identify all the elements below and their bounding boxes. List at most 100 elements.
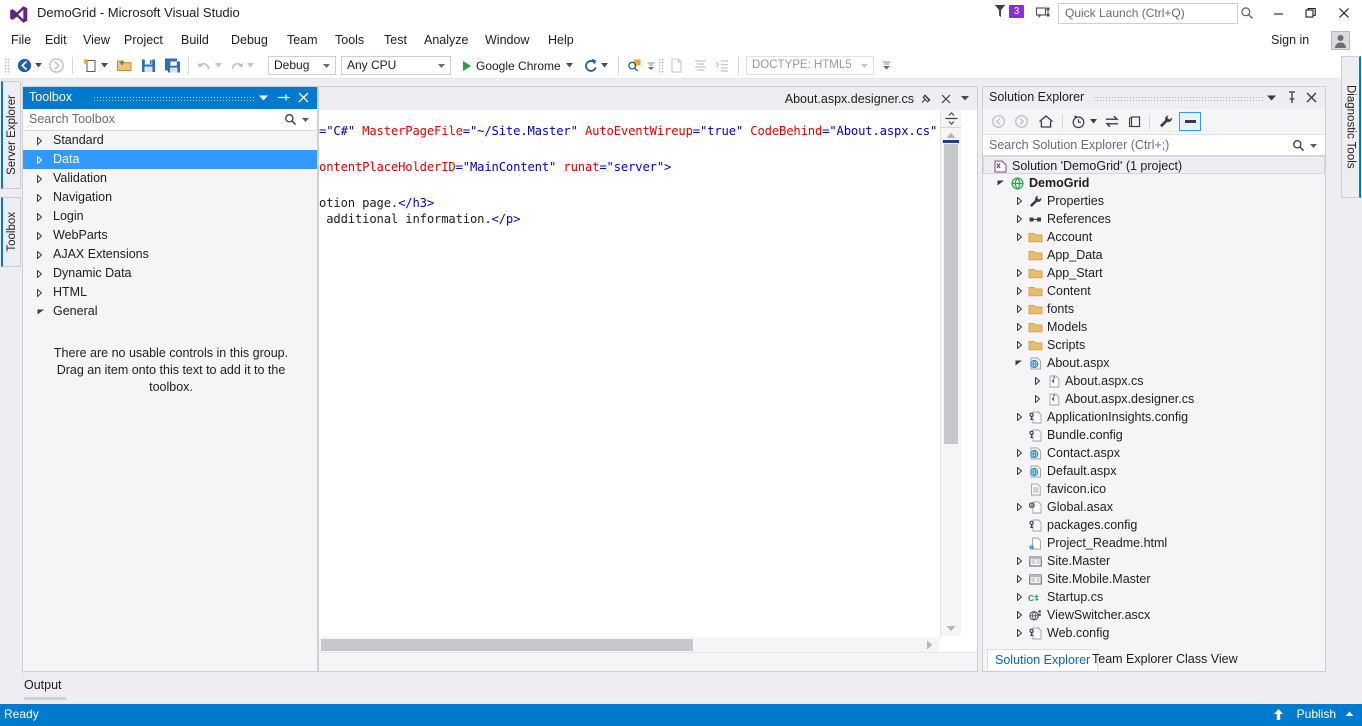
tab-team-explorer[interactable]: Team Explorer — [1085, 649, 1180, 670]
se-refresh-button[interactable] — [1124, 112, 1145, 131]
chevron-right-icon[interactable] — [1013, 318, 1025, 336]
chevron-right-icon[interactable] — [1013, 606, 1025, 624]
tree-item-site-mobile-master[interactable]: Site.Mobile.Master — [983, 570, 1325, 588]
window-maximize-button[interactable] — [1298, 2, 1324, 24]
toolbar-grip[interactable] — [4, 58, 10, 74]
chevron-right-icon[interactable] — [1013, 444, 1025, 462]
publish-button[interactable]: Publish — [1297, 707, 1336, 721]
tree-item-favicon-ico[interactable]: favicon.ico — [983, 480, 1325, 498]
editor-tab-close-icon[interactable] — [939, 91, 952, 106]
toolbar-overflow-icon[interactable] — [882, 57, 891, 74]
tree-item-content[interactable]: Content — [983, 282, 1325, 300]
toolbox-category-webparts[interactable]: WebParts — [23, 226, 317, 245]
chevron-right-icon[interactable] — [1013, 264, 1025, 282]
solution-explorer-search-input[interactable]: Search Solution Explorer (Ctrl+;) — [989, 138, 1169, 152]
window-close-button[interactable] — [1331, 2, 1357, 24]
start-debugging-button[interactable]: Google Chrome — [460, 56, 575, 75]
menu-view[interactable]: View — [78, 32, 115, 48]
output-panel-tab[interactable]: Output — [24, 678, 62, 692]
tree-item-bundle-config[interactable]: Bundle.config — [983, 426, 1325, 444]
tree-item-properties[interactable]: Properties — [983, 192, 1325, 210]
tree-item-contact-aspx[interactable]: Contact.aspx — [983, 444, 1325, 462]
search-icon[interactable] — [284, 113, 297, 129]
menu-help[interactable]: Help — [543, 32, 579, 48]
toolbox-search-row[interactable]: Search Toolbox — [23, 109, 317, 131]
dock-tab-diagnostic-tools[interactable]: Diagnostic Tools — [1341, 56, 1361, 198]
toolbox-close-button[interactable] — [295, 89, 312, 106]
new-project-caret-icon[interactable] — [99, 56, 110, 75]
chevron-right-icon[interactable] — [1013, 210, 1025, 228]
code-text-area[interactable]: ="C#" MasterPageFile="~/Site.Master" Aut… — [319, 110, 939, 636]
navigate-forward-button[interactable] — [48, 56, 65, 75]
dock-tab-toolbox[interactable]: Toolbox — [1, 197, 21, 267]
dock-tab-server-explorer[interactable]: Server Explorer — [1, 81, 21, 189]
chevron-right-icon[interactable] — [37, 207, 42, 226]
chevron-right-icon[interactable] — [37, 131, 42, 150]
chevron-right-icon[interactable] — [37, 150, 42, 169]
tree-item-about-aspx[interactable]: About.aspx — [983, 354, 1325, 372]
chevron-right-icon[interactable] — [37, 264, 42, 283]
tree-item-references[interactable]: References — [983, 210, 1325, 228]
tree-item-packages-config[interactable]: packages.config — [983, 516, 1325, 534]
tree-item-project-readme-html[interactable]: Project_Readme.html — [983, 534, 1325, 552]
tree-item-startup-cs[interactable]: C Startup.cs — [983, 588, 1325, 606]
chevron-right-icon[interactable] — [1013, 282, 1025, 300]
chevron-up-icon[interactable] — [1345, 708, 1354, 724]
send-feedback-icon[interactable] — [1035, 5, 1053, 23]
navigate-back-button[interactable] — [16, 56, 44, 75]
menu-window[interactable]: Window — [480, 32, 534, 48]
save-all-button[interactable] — [164, 56, 181, 75]
scroll-right-arrow-icon[interactable] — [921, 637, 937, 653]
chevron-right-icon[interactable] — [1013, 462, 1025, 480]
menu-tools[interactable]: Tools — [330, 32, 369, 48]
toolbox-category-html[interactable]: HTML — [23, 283, 317, 302]
sign-in-button[interactable]: Sign in — [1271, 33, 1309, 47]
find-overflow-caret-icon[interactable] — [646, 57, 655, 74]
se-navigate-forward-button[interactable] — [1011, 112, 1032, 131]
start-target-caret-icon[interactable] — [564, 56, 575, 75]
chevron-right-icon[interactable] — [1013, 336, 1025, 354]
solution-explorer-search-row[interactable]: Search Solution Explorer (Ctrl+;) — [983, 134, 1325, 156]
se-pending-changes-caret[interactable] — [1087, 112, 1099, 131]
tree-item-about-aspx-cs[interactable]: About.aspx.cs — [983, 372, 1325, 390]
tree-item-app-data[interactable]: App_Data — [983, 246, 1325, 264]
vertical-scroll-thumb[interactable] — [944, 144, 958, 444]
find-in-files-button[interactable] — [626, 56, 643, 75]
tree-item-app-start[interactable]: App_Start — [983, 264, 1325, 282]
se-properties-button[interactable] — [1155, 112, 1176, 131]
tree-item-web-config[interactable]: Web.config — [983, 624, 1325, 642]
chevron-right-icon[interactable] — [1013, 408, 1025, 426]
tree-item-account[interactable]: Account — [983, 228, 1325, 246]
chevron-down-icon[interactable] — [1013, 354, 1025, 372]
save-button[interactable] — [140, 56, 157, 75]
solution-explorer-pin-button[interactable] — [1283, 89, 1300, 106]
chevron-right-icon[interactable] — [1013, 498, 1025, 516]
undo-caret-icon[interactable] — [213, 56, 224, 75]
search-icon[interactable] — [1292, 139, 1305, 155]
chevron-right-icon[interactable] — [37, 226, 42, 245]
window-minimize-button[interactable] — [1265, 2, 1291, 24]
user-avatar-icon[interactable] — [1331, 31, 1350, 50]
tree-item-models[interactable]: Models — [983, 318, 1325, 336]
tree-item-viewswitcher-ascx[interactable]: ViewSwitcher.ascx — [983, 606, 1325, 624]
menu-team[interactable]: Team — [282, 32, 323, 48]
new-project-button[interactable] — [82, 56, 110, 75]
chevron-right-icon[interactable] — [1013, 300, 1025, 318]
menu-file[interactable]: File — [6, 32, 36, 48]
horizontal-scroll-thumb[interactable] — [321, 639, 693, 651]
tree-item-fonts[interactable]: fonts — [983, 300, 1325, 318]
format-document-button[interactable] — [692, 56, 709, 75]
scroll-down-arrow-icon[interactable] — [941, 621, 961, 636]
se-preview-selected-button[interactable] — [1179, 112, 1201, 131]
chevron-right-icon[interactable] — [1013, 228, 1025, 246]
toolbox-category-dynamic-data[interactable]: Dynamic Data — [23, 264, 317, 283]
se-navigate-back-button[interactable] — [988, 112, 1009, 131]
toolbox-category-login[interactable]: Login — [23, 207, 317, 226]
split-view-handle[interactable] — [941, 110, 961, 128]
tree-item-demogrid-project[interactable]: DemoGrid — [983, 174, 1325, 192]
chevron-right-icon[interactable] — [1013, 624, 1025, 642]
chevron-right-icon[interactable] — [1031, 372, 1043, 390]
search-icon[interactable] — [1240, 6, 1254, 20]
tab-class-view[interactable]: Class View — [1169, 649, 1245, 670]
title-drag-dots[interactable] — [1093, 96, 1263, 101]
